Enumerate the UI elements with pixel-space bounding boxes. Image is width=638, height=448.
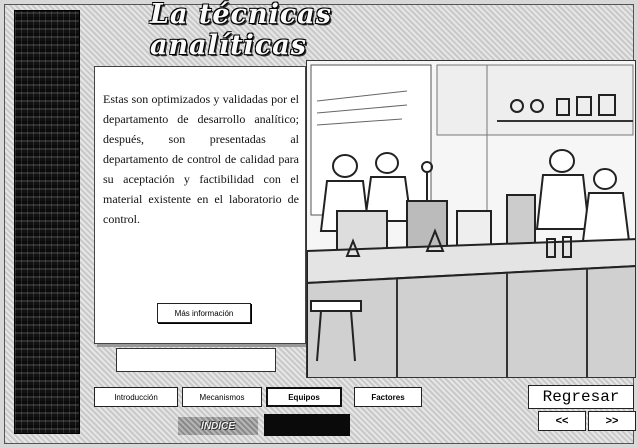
- section-tabs: Introducción Mecanismos Equipos Factores: [94, 387, 422, 409]
- page-title: La técnicas analíticas: [150, 0, 332, 61]
- decorative-black-block: [264, 414, 350, 436]
- lab-scene-drawing: [307, 61, 635, 377]
- content-panel: Estas son optimizados y validadas por el…: [94, 66, 306, 344]
- blank-input-field: [116, 348, 276, 372]
- indice-button[interactable]: INDICE: [178, 417, 258, 435]
- tab-introduccion[interactable]: Introducción: [94, 387, 178, 407]
- content-paragraph: Estas son optimizados y validadas por el…: [103, 92, 299, 226]
- tab-equipos[interactable]: Equipos: [266, 387, 342, 407]
- next-page-button[interactable]: >>: [588, 411, 636, 431]
- laboratory-illustration: [306, 60, 636, 378]
- tab-mecanismos[interactable]: Mecanismos: [182, 387, 262, 407]
- tab-factores[interactable]: Factores: [354, 387, 422, 407]
- more-info-button[interactable]: Más información: [157, 303, 251, 323]
- previous-page-button[interactable]: <<: [538, 411, 586, 431]
- title-banner: La técnicas analíticas: [150, 0, 480, 61]
- decorative-side-strip: [14, 10, 80, 434]
- regresar-button[interactable]: Regresar: [528, 385, 634, 409]
